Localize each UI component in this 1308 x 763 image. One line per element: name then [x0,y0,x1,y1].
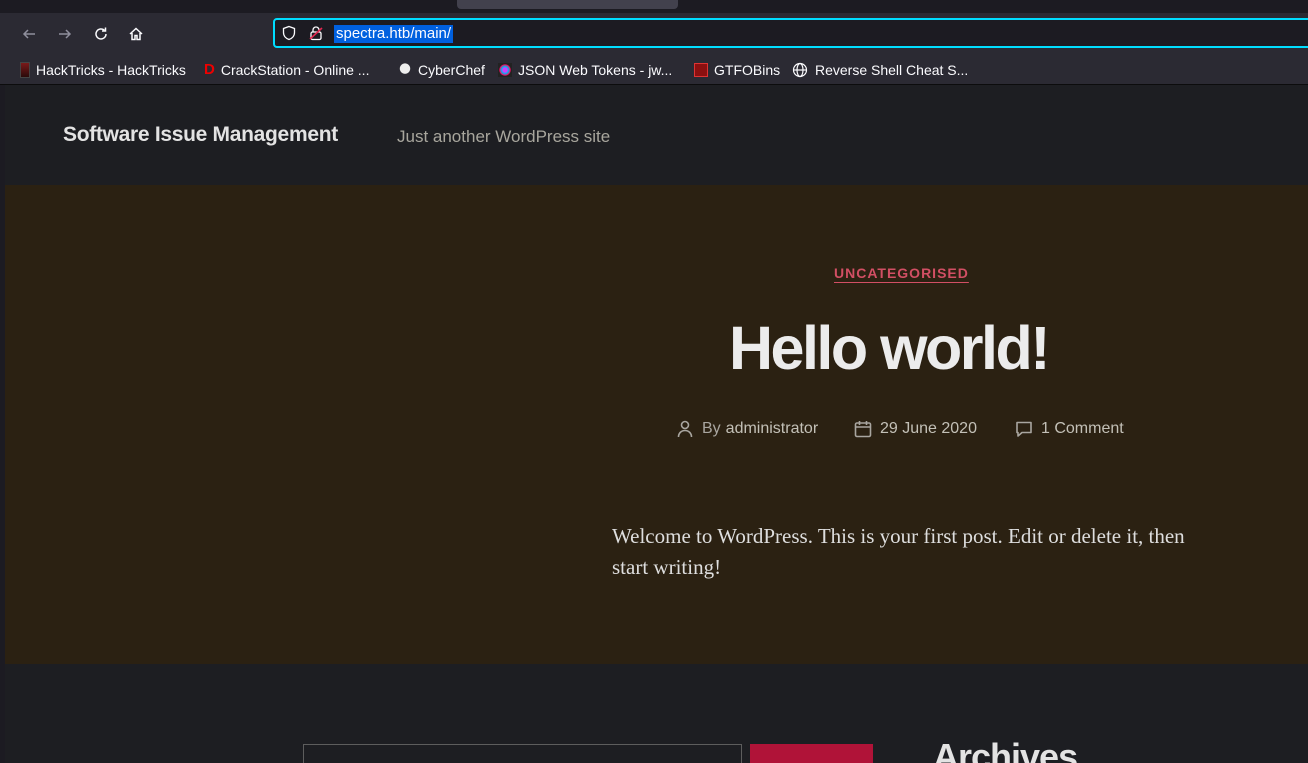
calendar-icon [854,421,872,438]
search-button[interactable] [750,744,873,763]
web-page: Software Issue Management Just another W… [5,85,1308,763]
hacktricks-icon [20,61,30,78]
comments-link[interactable]: 1 Comment [1041,420,1124,438]
browser-tab[interactable] [457,0,678,9]
post-comments: 1 Comment [1014,419,1124,439]
comment-icon [1016,421,1032,437]
bookmark-reverse-shell[interactable]: Reverse Shell Cheat S... [792,61,968,78]
date-link[interactable]: 29 June 2020 [880,420,977,438]
post-date: 29 June 2020 [853,419,977,439]
bookmarks-toolbar: HackTricks - HackTricks D CrackStation -… [0,55,1308,85]
archives-heading: Archives [933,736,1078,763]
bookmark-gtfobins[interactable]: GTFOBins [694,61,780,78]
bookmark-hacktricks[interactable]: HackTricks - HackTricks [20,61,186,78]
home-button[interactable] [124,22,148,46]
home-icon [129,27,143,41]
globe-icon [792,62,808,77]
site-title[interactable]: Software Issue Management [63,123,338,147]
back-button[interactable] [17,22,41,46]
bookmark-label: GTFOBins [714,61,781,78]
insecure-lock-icon[interactable] [308,25,324,41]
arrow-right-icon [59,29,72,39]
reload-button[interactable] [89,22,113,46]
arrow-left-icon [22,29,35,39]
post-title[interactable]: Hello world! [729,313,1051,383]
forward-button[interactable] [53,22,77,46]
gtfobins-icon [694,62,708,77]
jwt-icon [498,62,512,77]
bookmark-cyberchef[interactable]: CyberChef [398,61,485,78]
post-excerpt: Welcome to WordPress. This is your first… [612,524,1185,579]
bookmark-label: Reverse Shell Cheat S... [815,61,969,78]
author-link[interactable]: administrator [726,420,818,438]
cyberchef-icon [398,62,412,77]
post-author: By administrator [675,419,818,439]
site-description: Just another WordPress site [397,127,611,146]
url-text[interactable]: spectra.htb/main/ [334,25,454,43]
reload-icon [95,27,107,40]
bookmark-label: JSON Web Tokens - jw... [518,61,673,78]
navigation-toolbar: spectra.htb/main/ [0,13,1308,55]
bookmark-crackstation[interactable]: D CrackStation - Online ... [204,61,369,78]
bookmark-jwt[interactable]: JSON Web Tokens - jw... [498,61,672,78]
post-category-link[interactable]: UNCATEGORISED [834,265,969,281]
bookmark-label: CyberChef [418,61,485,78]
tab-strip [0,0,1308,13]
author-prefix: By [702,420,721,437]
search-input[interactable] [303,744,742,763]
bookmark-label: HackTricks - HackTricks [36,61,186,78]
shield-icon[interactable] [281,25,297,41]
url-bar[interactable]: spectra.htb/main/ [273,18,1308,48]
crackstation-icon: D [204,60,215,78]
person-icon [677,420,693,438]
bookmark-label: CrackStation - Online ... [220,61,370,78]
